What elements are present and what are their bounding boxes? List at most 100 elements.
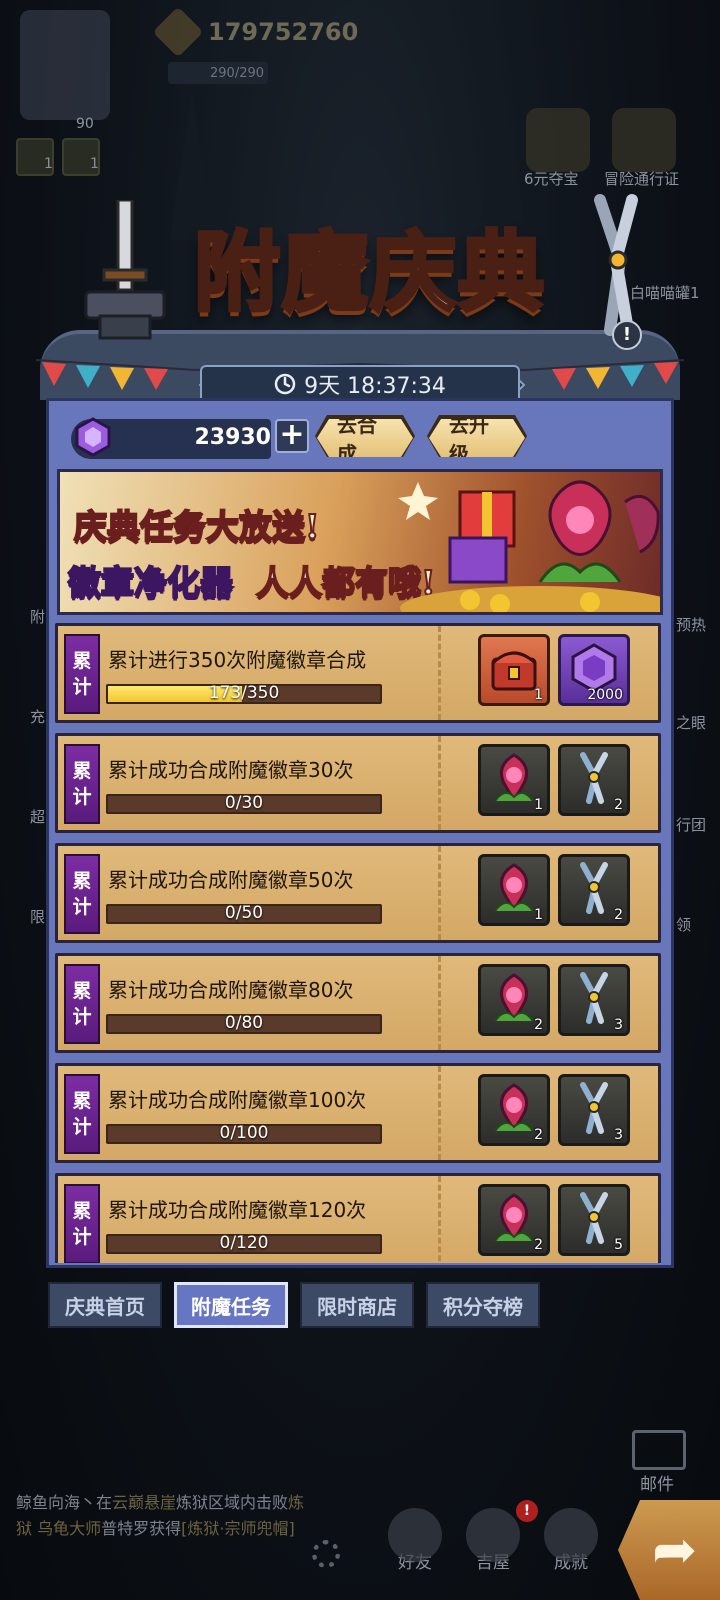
mail-icon[interactable] [632, 1430, 686, 1470]
reward-slot[interactable]: 2000 [558, 634, 630, 706]
lucky-draw-label: 6元夺宝 [524, 170, 579, 188]
task-progress-text: 0/50 [224, 903, 264, 923]
badge-purifier-icon [494, 1193, 534, 1242]
tab-limited-shop[interactable]: 限时商店 [300, 1282, 414, 1328]
player-avatar[interactable] [20, 10, 110, 120]
go-synthesize-button[interactable]: 去合成 [317, 419, 413, 457]
reward-count: 1 [534, 687, 543, 703]
promo-item-name: 徽章净化器 [67, 562, 234, 603]
pliers-icon [580, 862, 608, 914]
badge-purifier-icon [494, 1083, 534, 1132]
reward-slot[interactable]: 1 [478, 634, 550, 706]
task-list[interactable]: 累计 累计进行350次附魔徽章合成 173/350 1 2000 累 计 累计成… [55, 623, 667, 1263]
event-task-panel: 23930 + 去合成 去升级 庆典任务大放送! 徽章净化器 人人都有哦! 累计… [46, 398, 674, 1268]
side-label-left: 充 [30, 708, 46, 726]
reward-count: 2 [534, 1017, 543, 1033]
clock-icon [274, 373, 296, 395]
shop-icon [466, 1508, 520, 1562]
cumulative-tag: 累计 [64, 854, 100, 934]
side-label-preheat: 预热 [676, 616, 707, 634]
promo-banner: 庆典任务大放送! 徽章净化器 人人都有哦! [57, 469, 663, 615]
reward-slot[interactable]: 2 [478, 964, 550, 1036]
task-row: 累计 累计成功合成附魔徽章30次 0/30 1 2 [55, 733, 661, 833]
tab-event-home[interactable]: 庆典首页 [48, 1282, 162, 1328]
chat-boss: 乌龟大师 [37, 1519, 102, 1538]
reward-count: 2 [614, 907, 623, 923]
curved-arrow-icon: ➦ [652, 1518, 698, 1581]
task-row: 累计 累计成功合成附魔徽章50次 0/50 1 2 [55, 843, 661, 943]
lucky-draw-icon[interactable] [526, 108, 590, 172]
chat-text: 鲸鱼向海丶在 [16, 1493, 113, 1512]
pliers-decoration-icon [594, 194, 638, 336]
task-title: 累计成功合成附魔徽章80次 [108, 978, 354, 1002]
reward-slot[interactable]: 3 [558, 964, 630, 1036]
purple-gem-icon [75, 417, 111, 457]
side-label-group: 行团 [676, 816, 707, 834]
task-progress-text: 0/120 [219, 1233, 269, 1253]
tag-char: 累 [72, 1200, 92, 1222]
energy-value: 290/290 [210, 66, 265, 81]
world-chat-message[interactable]: 鲸鱼向海丶在云巅悬崖炼狱区域内击败炼狱 乌龟大师普特罗获得[炼狱·宗师兜帽] [16, 1490, 306, 1542]
cumulative-tag: 累计 [64, 1184, 100, 1263]
task-title: 累计成功合成附魔徽章30次 [108, 758, 354, 782]
tab-points-ranking[interactable]: 积分夺榜 [426, 1282, 540, 1328]
reward-count: 3 [614, 1127, 623, 1143]
promo-headline: 庆典任务大放送! [73, 506, 320, 547]
reward-slot[interactable]: 2 [478, 1184, 550, 1256]
coin-balance: 179752760 [208, 18, 359, 46]
settings-gear-icon[interactable] [312, 1540, 340, 1568]
pliers-icon [580, 1192, 608, 1244]
task-title: 累计进行350次附魔徽章合成 [108, 648, 367, 672]
battle-pass-icon[interactable] [612, 108, 676, 172]
tag-char: 累 [72, 980, 92, 1002]
tag-char: 累 [72, 760, 92, 782]
reward-slot[interactable]: 1 [478, 744, 550, 816]
side-label-left: 限 [30, 908, 46, 926]
task-title: 累计成功合成附魔徽章120次 [108, 1198, 367, 1222]
task-progress-text: 173/350 [208, 683, 280, 703]
countdown-text: 9天 18:37:34 [304, 374, 446, 399]
task-progress-text: 0/30 [224, 793, 264, 813]
tag-char: 计 [72, 1006, 92, 1028]
tag-char: 计 [72, 1226, 92, 1248]
reward-count: 5 [614, 1237, 623, 1253]
reward-count: 2 [534, 1237, 543, 1253]
cumulative-tag: 累计 [64, 744, 100, 824]
buff-count: 1 [90, 156, 99, 172]
task-progress-text: 0/80 [224, 1013, 264, 1033]
reward-count: 1 [534, 797, 543, 813]
task-progress-text: 0/100 [219, 1123, 269, 1143]
side-label-left: 附 [30, 608, 46, 626]
trophy-icon [544, 1508, 598, 1562]
reward-slot[interactable]: 2 [558, 744, 630, 816]
nav-achievements[interactable]: 成就 [536, 1508, 606, 1573]
side-label-eye: 之眼 [676, 714, 707, 732]
task-title: 累计成功合成附魔徽章50次 [108, 868, 354, 892]
reward-slot[interactable]: 2 [558, 854, 630, 926]
reward-count: 2000 [587, 687, 623, 703]
reward-slot[interactable]: 2 [478, 1074, 550, 1146]
reward-slot[interactable]: 3 [558, 1074, 630, 1146]
badge-purifier-icon [494, 753, 534, 802]
side-label-claim: 领 [676, 916, 692, 934]
nav-friends[interactable]: 好友 [380, 1508, 450, 1573]
task-row: 累计 累计进行350次附魔徽章合成 173/350 1 2000 [55, 623, 661, 723]
reward-slot[interactable]: 5 [558, 1184, 630, 1256]
friends-icon [388, 1508, 442, 1562]
add-gems-button[interactable]: + [275, 419, 309, 453]
reward-slot[interactable]: 1 [478, 854, 550, 926]
help-button[interactable]: ! [612, 320, 642, 350]
pliers-icon [580, 752, 608, 804]
tab-enchant-tasks[interactable]: 附魔任务 [174, 1282, 288, 1328]
gift-and-purifier-illustration [398, 480, 660, 612]
tag-char: 计 [72, 896, 92, 918]
event-title-banner: 附魔庆典 [60, 190, 660, 360]
tag-char: 计 [72, 676, 92, 698]
pliers-icon [580, 972, 608, 1024]
task-row: 累计 累计成功合成附魔徽章100次 0/100 2 3 [55, 1063, 661, 1163]
gem-balance: 23930 [194, 425, 271, 450]
go-upgrade-button[interactable]: 去升级 [429, 419, 525, 457]
task-row: 累计 累计成功合成附魔徽章120次 0/120 2 5 [55, 1173, 661, 1263]
reward-count: 1 [534, 907, 543, 923]
reward-count: 3 [614, 1017, 623, 1033]
